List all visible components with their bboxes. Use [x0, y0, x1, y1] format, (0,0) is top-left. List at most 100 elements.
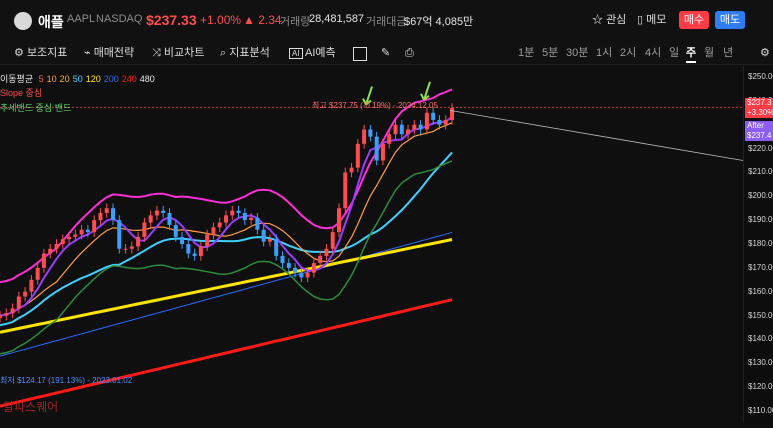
candle-body	[167, 212, 172, 225]
candle-body	[23, 291, 28, 297]
candle-body	[355, 143, 360, 168]
y-tick-label: $180.00	[748, 239, 773, 248]
y-tick-label: $190.00	[748, 215, 773, 225]
exchange-name: NASDAQ	[96, 13, 143, 25]
candle-body	[305, 272, 310, 278]
stock-name: 애플	[38, 14, 64, 30]
ma-period: 480	[139, 74, 155, 84]
y-tick-label: $210.00	[748, 167, 773, 177]
candle-body	[136, 236, 141, 247]
trend-line[interactable]	[449, 110, 744, 161]
candle-body	[318, 255, 323, 264]
candle-body	[324, 248, 329, 256]
period-tab[interactable]: 주	[686, 45, 697, 63]
chart-svg	[0, 81, 744, 408]
candle-body	[4, 313, 9, 316]
candle-body	[242, 212, 247, 221]
buy-button[interactable]: 매수	[679, 11, 709, 29]
ma-period: 120	[85, 74, 101, 84]
low-annotation: 최저 $124.17 (191.13%) - 2023.01.02	[0, 376, 133, 385]
analysis-button[interactable]: ⌕ 지표분석	[220, 45, 270, 61]
current-price: $237.33	[146, 12, 197, 28]
period-tab[interactable]: 30분	[566, 45, 588, 61]
candle-body	[0, 315, 2, 318]
candle-body	[192, 253, 197, 256]
analysis-label: 지표분석	[229, 47, 270, 59]
candle-body	[267, 239, 272, 242]
candle-body	[311, 263, 316, 273]
ai-forecast-button[interactable]: AI AI예측	[289, 45, 336, 61]
candle-body	[92, 220, 97, 233]
candle-body	[330, 232, 335, 249]
slope-label: Slope	[0, 88, 24, 98]
strategy-button[interactable]: ⌁ 매매전략	[84, 45, 134, 61]
candle-body	[343, 172, 348, 209]
band-lower-line	[0, 160, 453, 355]
period-tab[interactable]: 년	[723, 45, 733, 61]
trend-value: 중심 밴드	[35, 103, 72, 113]
watchlist-button[interactable]: ☆ 관심	[592, 11, 626, 29]
period-tab[interactable]: 4시	[645, 45, 661, 61]
period-tab[interactable]: 2시	[620, 45, 636, 61]
period-tab[interactable]: 5분	[542, 45, 558, 61]
compare-button[interactable]: ⤨ 비교차트	[152, 45, 204, 61]
apple-logo	[14, 12, 32, 30]
period-tab[interactable]: 1분	[518, 45, 534, 61]
memo-button[interactable]: ▯ 메모	[637, 11, 666, 29]
y-tick-label: $120.00	[748, 382, 773, 392]
candle-body	[10, 308, 15, 314]
candle-body	[35, 267, 40, 280]
candle-body	[437, 119, 442, 125]
analysis-icon: ⌕	[220, 47, 227, 59]
y-tick-label: $130.00	[748, 358, 773, 368]
y-tick-label: $110.00	[748, 406, 773, 415]
period-tab[interactable]: 1시	[596, 45, 612, 61]
ma-period: 20	[59, 74, 70, 84]
y-tick-label: $160.00	[748, 286, 773, 296]
candle-body	[173, 224, 178, 237]
candle-body	[349, 167, 354, 173]
compare-icon: ⤨	[152, 47, 161, 59]
candle-body	[249, 217, 254, 221]
amount-label: 거래대금	[366, 16, 407, 28]
candle-body	[418, 124, 423, 130]
candle-body	[393, 124, 398, 135]
candle-body	[224, 215, 228, 223]
indicators-label: 보조지표	[26, 47, 68, 59]
candle-body	[230, 210, 235, 216]
after-hours-tag: After $237.4	[745, 121, 773, 141]
ai-icon: AI	[289, 48, 303, 59]
candle-body	[217, 222, 222, 228]
ticker-symbol: AAPL	[67, 13, 96, 25]
volume-value: 28,481,587	[309, 13, 365, 25]
volume-label: 거래량	[280, 16, 311, 28]
ma-legend: 이동평균 5 10 20 50 120 200 240 480	[0, 74, 155, 84]
signal-arrow-icon	[420, 81, 431, 101]
period-tab[interactable]: 월	[704, 45, 714, 61]
candle-body	[431, 112, 436, 120]
strategy-icon: ⌁	[84, 47, 91, 59]
candle-body	[54, 244, 59, 249]
period-tab[interactable]: 일	[669, 45, 679, 61]
trend-band-legend: 추세밴드 중심 밴드	[0, 103, 71, 113]
candle-body	[41, 253, 46, 268]
sell-button[interactable]: 매도	[715, 11, 745, 29]
after-price: $237.4	[747, 131, 772, 140]
settings-icon[interactable]: ⚙	[760, 45, 770, 61]
candle-body	[406, 129, 411, 135]
candle-body	[104, 208, 109, 213]
price-chart[interactable]	[0, 65, 773, 423]
y-tick-label: $140.00	[748, 334, 773, 344]
candle-body	[450, 108, 454, 120]
ma-period: 240	[121, 74, 137, 84]
slope-value: 중심	[25, 88, 43, 98]
camera-icon[interactable]: ⎙	[405, 45, 414, 61]
candle-body	[274, 239, 279, 256]
candle-body	[129, 246, 134, 249]
change-absolute: ▲ 2.34	[243, 13, 282, 27]
y-tick-label: $200.00	[748, 191, 773, 201]
drawing-icon[interactable]: ✎	[381, 45, 390, 61]
price-tag-value: $237.3	[747, 98, 772, 107]
indicators-button[interactable]: ⚙ 보조지표	[14, 45, 67, 61]
layout-icon[interactable]	[353, 47, 367, 61]
